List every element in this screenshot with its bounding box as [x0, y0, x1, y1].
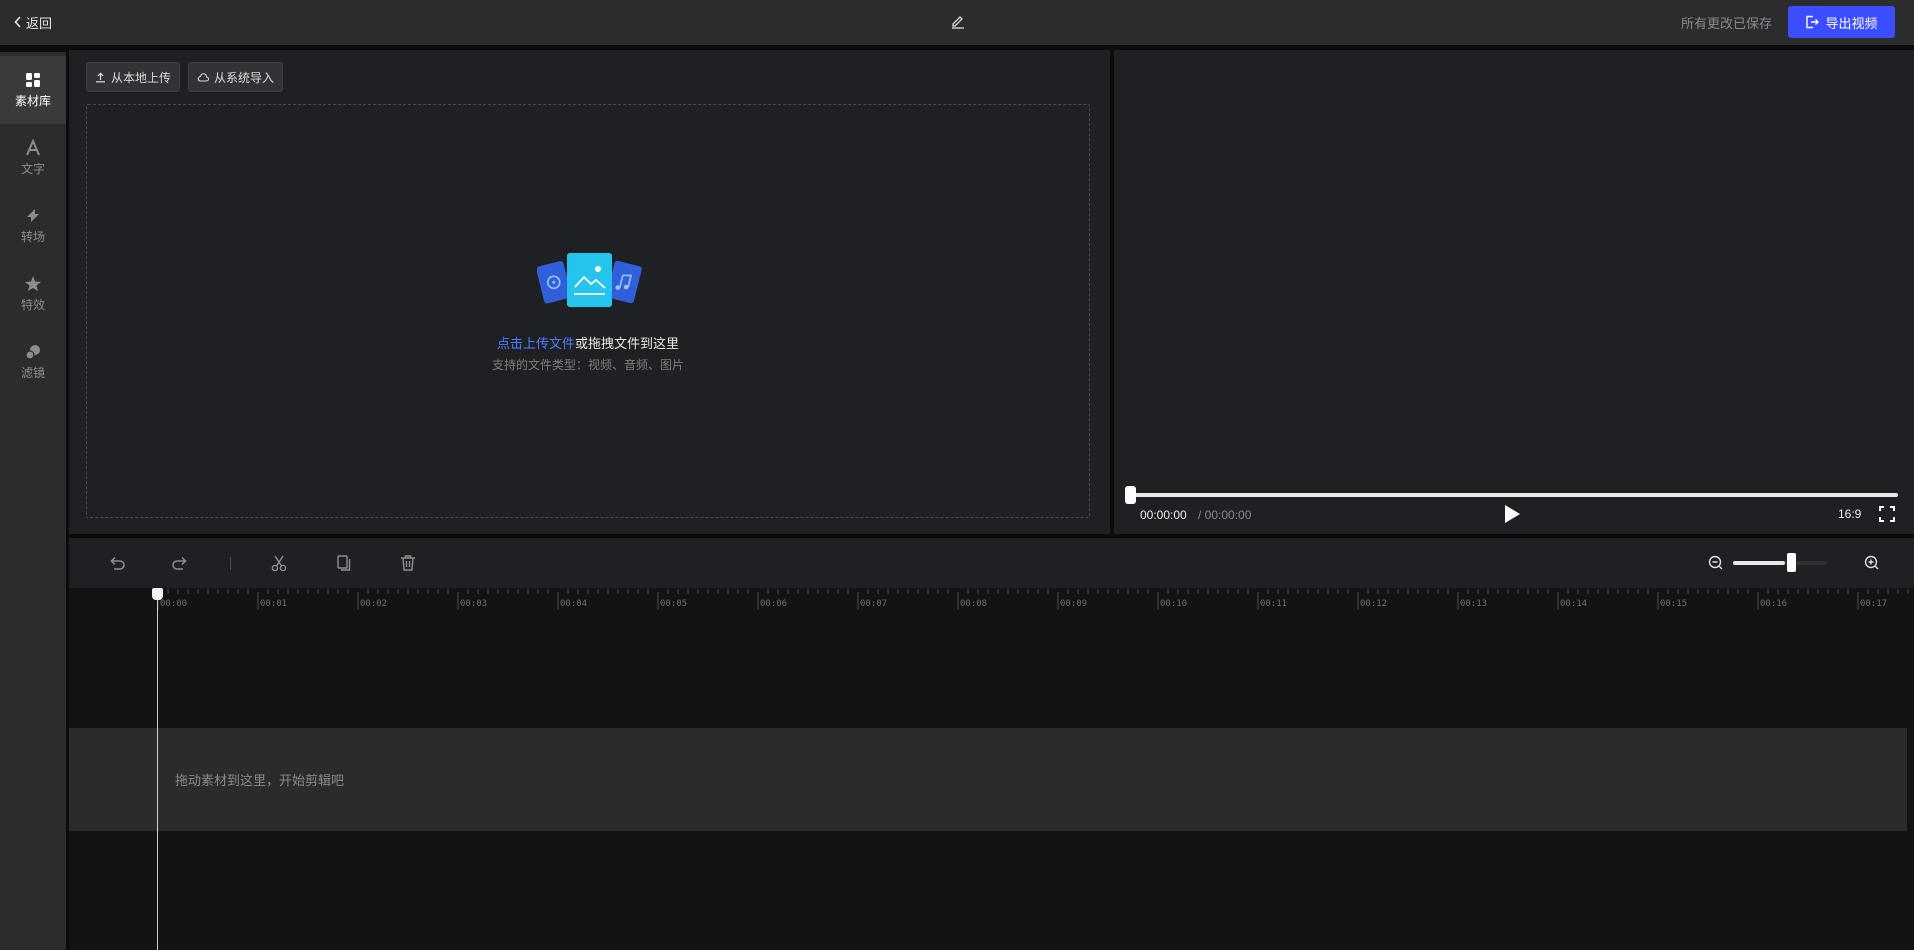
aspect-ratio-selector[interactable]: 16:9	[1838, 507, 1861, 521]
sidebar-item-label: 滤镜	[20, 366, 45, 380]
zoom-slider-fill	[1733, 561, 1785, 565]
sidebar-item-filter[interactable]: 滤镜	[0, 328, 66, 396]
ruler-tick-label: 00:06	[760, 599, 788, 609]
export-video-button[interactable]: 导出视频	[1788, 6, 1895, 38]
import-system-label: 从系统导入	[214, 70, 275, 85]
ruler-tick-label: 00:12	[1360, 599, 1388, 609]
sidebar: 素材库 文字 转场 特效 滤镜	[0, 52, 66, 950]
zoom-slider-handle[interactable]	[1787, 553, 1796, 572]
sidebar-item-text[interactable]: 文字	[0, 124, 66, 192]
upload-dropzone[interactable]: 点击上传文件或拖拽文件到这里 支持的文件类型：视频、音频、图片	[86, 104, 1090, 518]
sidebar-item-label: 转场	[20, 230, 45, 244]
ruler-tick-label: 00:15	[1660, 599, 1688, 609]
media-files-illustration-icon	[537, 253, 642, 307]
upload-local-label: 从本地上传	[111, 70, 172, 85]
playback-progress-handle[interactable]	[1125, 486, 1136, 504]
ruler-tick-label: 00:07	[860, 599, 888, 609]
play-icon[interactable]	[1502, 503, 1522, 525]
ruler-tick-label: 00:08	[960, 599, 988, 609]
zoom-in-icon[interactable]	[1862, 553, 1882, 573]
sidebar-item-effects[interactable]: 特效	[0, 260, 66, 328]
sidebar-item-library[interactable]: 素材库	[0, 56, 66, 124]
track-hint-text: 拖动素材到这里，开始剪辑吧	[175, 773, 345, 788]
ruler-tick-label: 00:11	[1260, 599, 1288, 609]
upload-icon	[96, 71, 105, 82]
toolbar-divider	[230, 557, 231, 570]
zoom-slider[interactable]	[1733, 561, 1827, 565]
supported-types-text: 支持的文件类型：视频、音频、图片	[491, 358, 684, 372]
split-scissors-icon[interactable]	[269, 553, 289, 573]
zoom-out-icon[interactable]	[1706, 553, 1726, 573]
ruler-tick-label: 00:14	[1560, 599, 1588, 609]
click-upload-link[interactable]: 点击上传文件	[497, 336, 575, 351]
dropzone-instruction: 点击上传文件或拖拽文件到这里	[87, 333, 1089, 352]
text-icon	[26, 139, 40, 156]
ruler-tick-label: 00:16	[1760, 599, 1788, 609]
grid-icon	[26, 73, 40, 87]
back-button[interactable]: 返回	[14, 12, 52, 32]
ruler-tick-label: 00:05	[660, 599, 688, 609]
upload-local-button[interactable]: 从本地上传	[86, 62, 181, 92]
filter-icon	[25, 345, 40, 360]
ruler-tick-label: 00:02	[360, 599, 388, 609]
fullscreen-icon[interactable]	[1878, 505, 1896, 523]
playhead-handle[interactable]	[152, 588, 163, 600]
total-time: / 00:00:00	[1198, 508, 1252, 522]
playback-progress-bar[interactable]	[1130, 493, 1898, 497]
undo-icon[interactable]	[107, 553, 127, 573]
sidebar-item-transition[interactable]: 转场	[0, 192, 66, 260]
ruler-tick-label: 00:04	[560, 599, 588, 609]
time-ruler[interactable]: 00:00 00:01 00:02 00:03 00:04 00:05 00:06 00:07…	[69, 588, 1914, 616]
timeline-toolbar	[69, 538, 1914, 588]
dropzone-drag-text: 或拖拽文件到这里	[575, 336, 680, 351]
sidebar-item-label: 素材库	[14, 94, 51, 108]
main-track[interactable]: 拖动素材到这里，开始剪辑吧	[69, 728, 1907, 831]
copy-icon[interactable]	[334, 553, 354, 573]
sidebar-item-label: 特效	[20, 298, 45, 312]
back-label: 返回	[26, 15, 53, 31]
save-status: 所有更改已保存	[1680, 16, 1772, 31]
transition-icon	[27, 209, 39, 222]
ruler-tick-label: 00:09	[1060, 599, 1088, 609]
delete-icon[interactable]	[398, 553, 418, 573]
ruler-ticks	[157, 589, 1909, 610]
redo-icon[interactable]	[170, 553, 190, 573]
playhead-line	[157, 594, 158, 950]
ruler-tick-label: 00:17	[1860, 599, 1888, 609]
sidebar-item-label: 文字	[20, 162, 45, 176]
effects-star-icon	[25, 276, 41, 291]
timeline-panel: 00:00 00:01 00:02 00:03 00:04 00:05 00:06 00:07…	[69, 538, 1914, 950]
ruler-tick-label: 00:10	[1160, 599, 1188, 609]
ruler-tick-label: 00:00	[160, 599, 188, 609]
ruler-tick-label: 00:13	[1460, 599, 1488, 609]
export-label: 导出视频	[1825, 15, 1878, 31]
import-system-button[interactable]: 从系统导入	[188, 62, 284, 92]
current-time: 00:00:00	[1140, 508, 1187, 522]
edit-title-icon[interactable]	[948, 12, 968, 32]
ruler-tick-label: 00:03	[460, 599, 488, 609]
cloud-icon	[197, 72, 209, 82]
material-panel: 从本地上传 从系统导入 点击上传文件或拖拽文件到这里 支持的文件类型：视频、音频…	[69, 50, 1110, 534]
video-preview-panel: 00:00:00 / 00:00:00 16:9	[1114, 50, 1914, 534]
export-icon	[1806, 15, 1820, 29]
ruler-tick-label: 00:01	[260, 599, 288, 609]
chevron-left-icon	[14, 16, 21, 28]
